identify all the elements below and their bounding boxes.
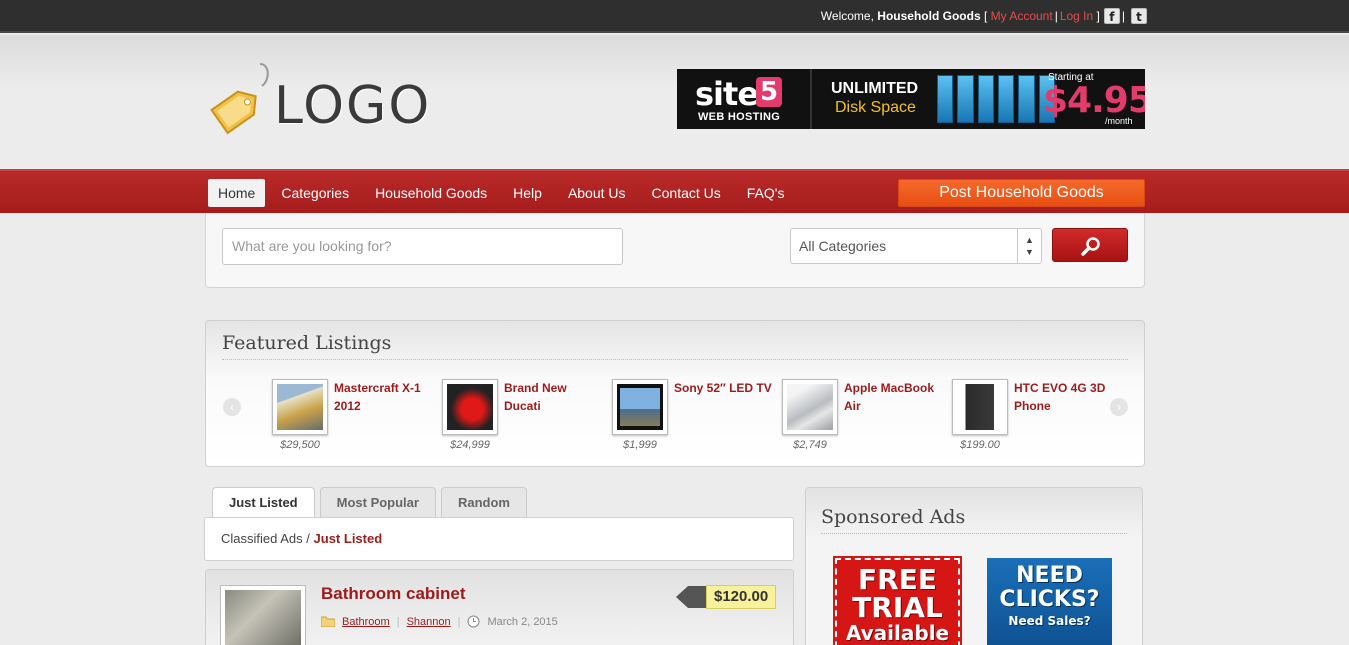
twitter-icon[interactable]: t [1131,8,1147,24]
featured-price: $24,999 [450,439,490,451]
banner-price: $4.95 [1043,80,1145,121]
ad-line: Need Sales? [1008,614,1091,628]
ad-line: CLICKS? [999,587,1100,612]
welcome-bar: Welcome, Household Goods [ My Account | Lo… [821,8,1147,24]
header [0,35,1349,169]
featured-price: $199.00 [960,439,1000,451]
listing-tabs: Just Listed Most Popular Random [212,487,527,519]
featured-name[interactable]: Mastercraft X-1 2012 [334,379,434,415]
ad-line: NEED [1016,563,1083,588]
divider [821,533,1127,534]
my-account-link[interactable]: My Account [991,9,1053,23]
banner-site: site [695,75,759,113]
logo[interactable]: LOGO [204,60,444,140]
featured-price: $1,999 [623,439,657,451]
main-nav: Home Categories Household Goods Help Abo… [0,169,1349,213]
banner-divider [810,69,812,129]
category-select-value: All Categories [799,238,887,254]
featured-item[interactable]: Brand New Ducati $24,999 [442,379,612,459]
breadcrumb-root[interactable]: Classified Ads [221,531,303,546]
search-bar: What are you looking for? All Categories… [205,213,1145,288]
banner-five: 5 [756,77,782,107]
separator: | [1054,9,1058,23]
need-clicks-ad[interactable]: NEED CLICKS? Need Sales? [987,558,1112,645]
breadcrumb-current: Just Listed [313,531,383,546]
breadcrumb: Classified Ads / Just Listed [204,517,794,561]
featured-thumb[interactable] [442,379,498,435]
tab-just-listed[interactable]: Just Listed [212,487,315,519]
featured-name[interactable]: Sony 52″ LED TV [674,379,774,397]
clock-icon [467,615,480,628]
login-link[interactable]: Log In [1060,9,1093,23]
select-arrows-icon: ▲ ▼ [1017,229,1041,263]
separator: | [457,615,461,628]
nav-home[interactable]: Home [208,179,266,207]
featured-thumb[interactable] [272,379,328,435]
listing-thumb[interactable] [220,585,306,645]
featured-item[interactable]: Apple MacBook Air $2,749 [782,379,952,459]
ad-line: Available [845,621,950,645]
sponsored-ads: Sponsored Ads FREE TRIAL Available NEED … [805,487,1143,645]
welcome-prefix: Welcome, [820,9,874,23]
banner-web-hosting: WEB HOSTING [698,111,781,123]
separator: | [1121,9,1125,23]
nav-faqs[interactable]: FAQ's [734,179,798,207]
banner-disk-space: Disk Space [835,99,916,116]
separator: | [396,615,400,628]
nav-help[interactable]: Help [500,179,555,207]
sponsored-title: Sponsored Ads [821,506,966,528]
breadcrumb-separator: / [306,531,310,546]
featured-item[interactable]: Sony 52″ LED TV $1,999 [612,379,782,459]
featured-title: Featured Listings [222,332,392,354]
search-button[interactable] [1052,228,1128,262]
nav-contact-us[interactable]: Contact Us [639,179,734,207]
search-input[interactable]: What are you looking for? [222,228,623,265]
featured-thumb[interactable] [952,379,1008,435]
featured-item[interactable]: Mastercraft X-1 2012 $29,500 [272,379,442,459]
featured-name[interactable]: Apple MacBook Air [844,379,944,415]
nav-about-us[interactable]: About Us [555,179,639,207]
tab-random[interactable]: Random [440,487,527,518]
post-ad-button[interactable]: Post Household Goods [898,179,1145,207]
featured-name[interactable]: HTC EVO 4G 3D Phone [1014,379,1114,415]
bracket-close: ] [1096,9,1100,23]
listing-title[interactable]: Bathroom cabinet [321,584,466,604]
price-tag: $120.00 [676,585,777,609]
featured-price: $29,500 [280,439,320,451]
listing-card: Bathroom cabinet Bathroom | Shannon | Ma… [205,569,794,645]
search-icon [1081,237,1100,256]
server-icon [937,75,1055,123]
price-tag-icon [210,63,269,135]
nav-household-goods[interactable]: Household Goods [362,179,500,207]
listing-price: $120.00 [706,585,777,609]
featured-item[interactable]: HTC EVO 4G 3D Phone $199.00 [952,379,1122,459]
username: Household Goods [877,9,981,23]
featured-thumb[interactable] [782,379,838,435]
featured-price: $2,749 [793,439,827,451]
logo-text: LOGO [274,76,432,136]
price-tag-icon [676,586,706,608]
divider [222,359,1128,360]
free-trial-ad[interactable]: FREE TRIAL Available [833,556,962,645]
nav-categories[interactable]: Categories [268,179,362,207]
bracket-open: [ [983,9,988,23]
listing-author-link[interactable]: Shannon [407,616,451,628]
featured-thumb[interactable] [612,379,668,435]
banner-per-month: /month [1105,116,1133,126]
listing-date: March 2, 2015 [487,615,558,628]
facebook-icon[interactable]: f [1103,8,1120,24]
folder-icon [321,616,335,627]
banner-unlimited: UNLIMITED [831,80,919,97]
category-select[interactable]: All Categories ▲ ▼ [790,228,1042,264]
featured-listings: Featured Listings ‹ › Mastercraft X-1 20… [205,320,1145,467]
listing-meta: Bathroom | Shannon | March 2, 2015 [321,615,558,628]
listing-category-link[interactable]: Bathroom [342,616,390,628]
hosting-banner-ad[interactable]: site 5 WEB HOSTING UNLIMITED Disk Space … [677,69,1145,129]
ad-line: TRIAL [852,591,943,624]
tab-most-popular[interactable]: Most Popular [319,487,436,518]
top-bar: Welcome, Household Goods [ My Account | Lo… [0,0,1349,33]
prev-arrow-icon[interactable]: ‹ [223,398,241,416]
featured-name[interactable]: Brand New Ducati [504,379,604,415]
ad-line: FREE [858,563,937,596]
